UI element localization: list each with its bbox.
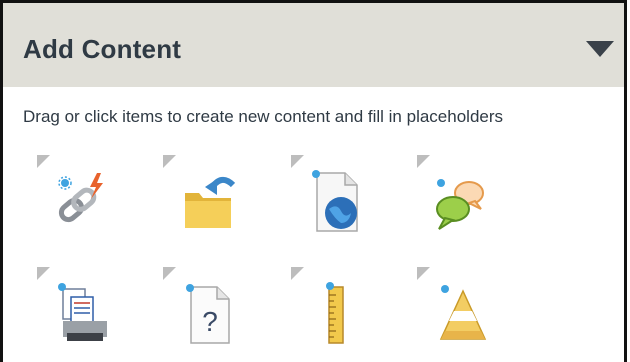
svg-text:?: ? [202, 306, 218, 337]
add-content-panel: Add Content Drag or click items to creat… [0, 0, 627, 362]
panel-title: Add Content [23, 34, 182, 64]
pyramid-icon [439, 285, 487, 340]
link-icon [58, 173, 103, 223]
help-text: Drag or click items to create new conten… [23, 107, 504, 126]
import-content-tool[interactable] [149, 155, 245, 239]
discussion-tool[interactable] [403, 155, 499, 239]
print-tool[interactable] [23, 267, 119, 351]
discussion-icon [436, 179, 484, 230]
web-page-icon [312, 170, 358, 232]
web-page-tool[interactable] [277, 155, 373, 239]
quiz-icon: ? [186, 284, 230, 344]
add-link-tool[interactable] [23, 155, 119, 239]
pyramid-tool[interactable] [403, 267, 499, 351]
ruler-icon [326, 282, 344, 344]
ruler-tool[interactable] [277, 267, 373, 351]
printer-icon [58, 283, 107, 341]
panel-header[interactable]: Add Content [3, 3, 624, 87]
collapse-toggle-icon[interactable] [586, 41, 614, 59]
folder-import-icon [185, 176, 236, 228]
quiz-tool[interactable]: ? [149, 267, 245, 351]
